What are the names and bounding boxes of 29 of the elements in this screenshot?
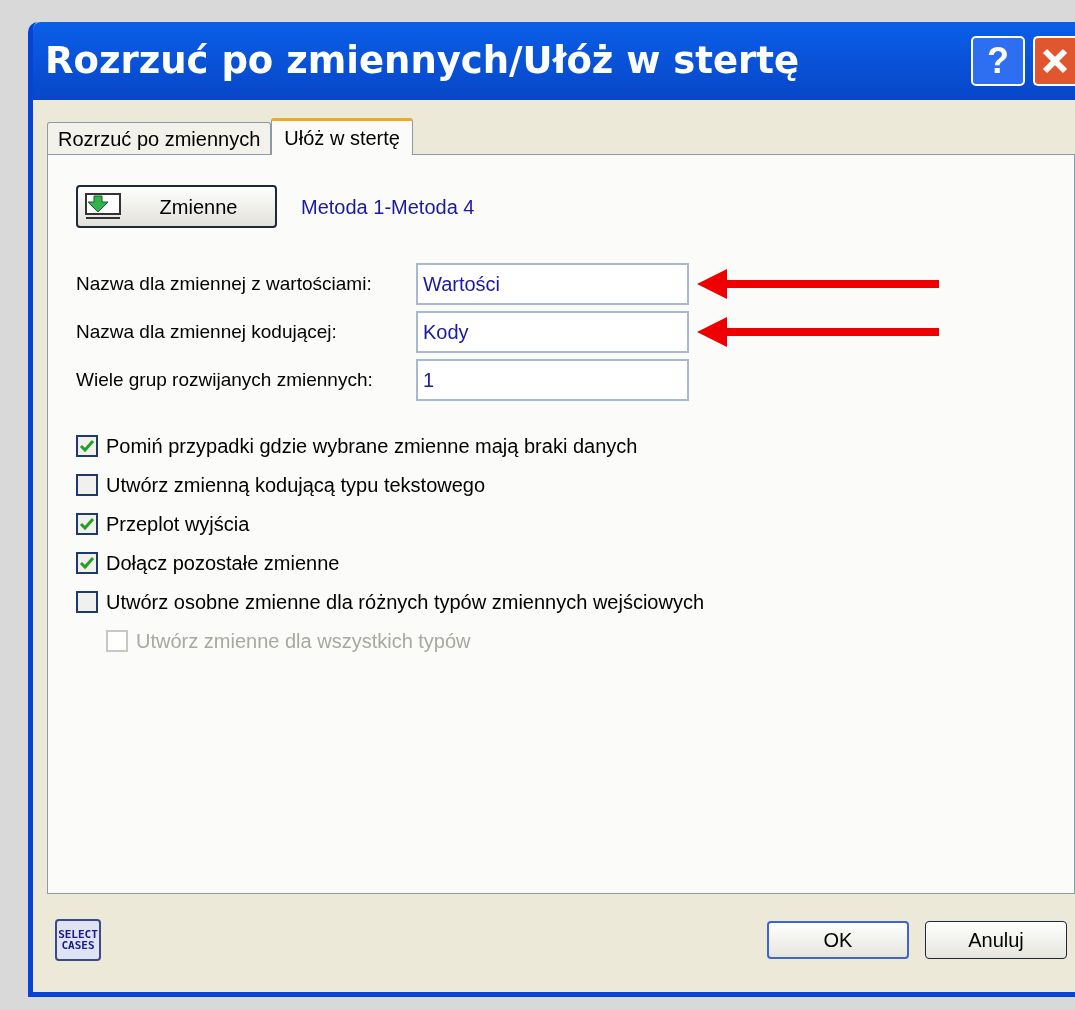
checkbox[interactable] [76, 590, 98, 613]
ok-button[interactable]: OK [767, 921, 909, 959]
selected-variables-text: Metoda 1-Metoda 4 [301, 194, 475, 220]
tab[interactable]: Rozrzuć po zmiennych [47, 122, 272, 155]
checkbox-label: Dołącz pozostałe zmienne [106, 550, 340, 576]
tab[interactable]: Ułóż w stertę [271, 118, 413, 155]
window-title: Rozrzuć po zmiennych/Ułóż w stertę [45, 38, 800, 85]
input-field[interactable]: Wartości [416, 263, 689, 305]
field-label: Nazwa dla zmiennej kodującej: [76, 319, 338, 344]
close-icon [1040, 46, 1070, 76]
checkbox-label: Przeplot wyjścia [106, 511, 250, 537]
checkbox-label: Pomiń przypadki gdzie wybrane zmienne mają braki danych [106, 433, 638, 459]
checkbox-label: Utwórz osobne zmienne dla różnych typów zmiennych wejściowych [106, 589, 705, 615]
help-button[interactable]: ? [971, 36, 1025, 86]
checkbox[interactable] [76, 512, 98, 535]
close-button[interactable] [1033, 36, 1075, 86]
import-icon [84, 191, 122, 222]
field-label: Nazwa dla zmiennej z wartościami: [76, 271, 373, 296]
checkbox-label: Utwórz zmienną kodującą typu tekstowego [106, 472, 486, 498]
input-field[interactable]: 1 [416, 359, 689, 401]
cancel-button[interactable]: Anuluj [925, 921, 1067, 959]
checkbox[interactable] [76, 434, 98, 457]
variables-button[interactable]: Zmienne [76, 185, 277, 228]
checkbox[interactable] [76, 551, 98, 574]
checkbox[interactable] [76, 473, 98, 496]
checkbox-label: Utwórz zmienne dla wszystkich typów [136, 628, 471, 654]
field-label: Wiele grup rozwijanych zmiennych: [76, 367, 374, 392]
input-field[interactable]: Kody [416, 311, 689, 353]
select-cases-button[interactable]: SELECT CASES [55, 919, 101, 961]
